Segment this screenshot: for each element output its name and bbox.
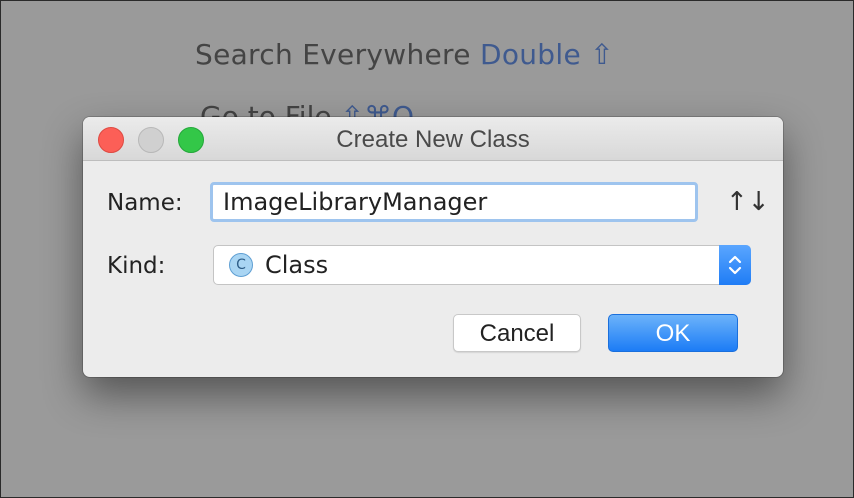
- kind-select[interactable]: C Class: [213, 245, 751, 285]
- kind-label: Kind:: [107, 253, 166, 279]
- name-label: Name:: [107, 190, 183, 216]
- search-everywhere-hint: Search Everywhere Double ⇧: [195, 38, 614, 71]
- search-everywhere-label: Search Everywhere: [195, 38, 471, 71]
- create-new-class-dialog: Create New Class Name: ↑↓ Kind: C Class …: [83, 117, 783, 377]
- dialog-title: Create New Class: [336, 126, 530, 153]
- kind-selected-value: Class: [265, 251, 329, 279]
- dialog-titlebar: Create New Class: [83, 117, 783, 161]
- chevron-up-down-icon[interactable]: [719, 245, 751, 285]
- ok-button[interactable]: OK: [608, 314, 738, 352]
- cancel-button[interactable]: Cancel: [453, 314, 581, 352]
- class-icon: C: [229, 253, 253, 277]
- sort-icon[interactable]: ↑↓: [726, 185, 770, 219]
- name-field[interactable]: [210, 182, 698, 222]
- search-everywhere-shortcut: Double ⇧: [479, 38, 614, 71]
